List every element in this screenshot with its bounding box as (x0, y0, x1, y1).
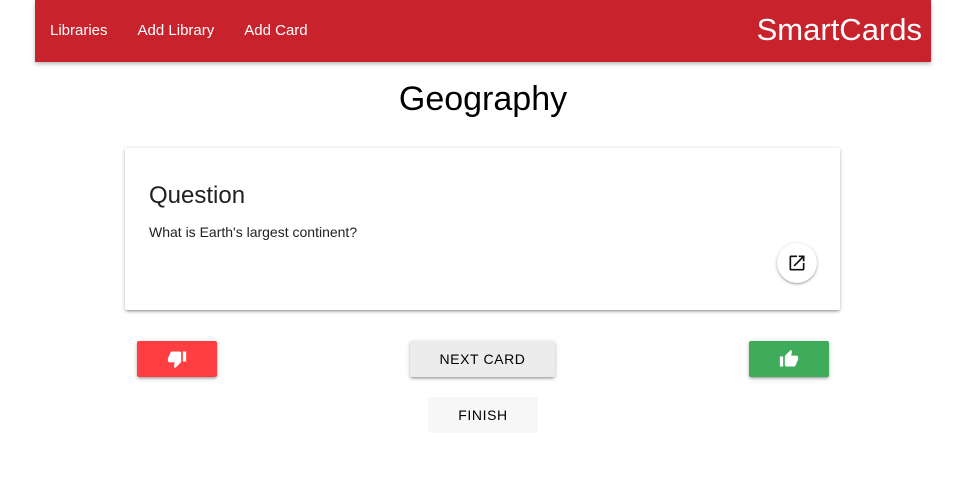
nav-link-libraries[interactable]: Libraries (35, 0, 123, 62)
nav-link-add-library[interactable]: Add Library (123, 0, 230, 62)
page-title: Geography (398, 80, 568, 118)
thumb-down-icon (167, 349, 187, 369)
next-card-button[interactable]: NEXT CARD (410, 341, 555, 377)
top-navbar: Libraries Add Library Add Card SmartCard… (35, 0, 931, 62)
nav-link-add-card[interactable]: Add Card (229, 0, 322, 62)
card-heading: Question (149, 182, 246, 209)
thumb-up-icon (779, 349, 799, 369)
flash-card: Question What is Earth's largest contine… (125, 148, 840, 310)
card-question-text: What is Earth's largest continent? (149, 224, 358, 240)
like-button[interactable] (749, 341, 829, 377)
dislike-button[interactable] (137, 341, 217, 377)
open-in-new-icon (787, 253, 807, 273)
brand-logo[interactable]: SmartCards (757, 0, 922, 62)
open-card-button[interactable] (777, 243, 817, 283)
nav-links: Libraries Add Library Add Card (35, 0, 323, 62)
finish-button[interactable]: FINISH (428, 397, 538, 433)
